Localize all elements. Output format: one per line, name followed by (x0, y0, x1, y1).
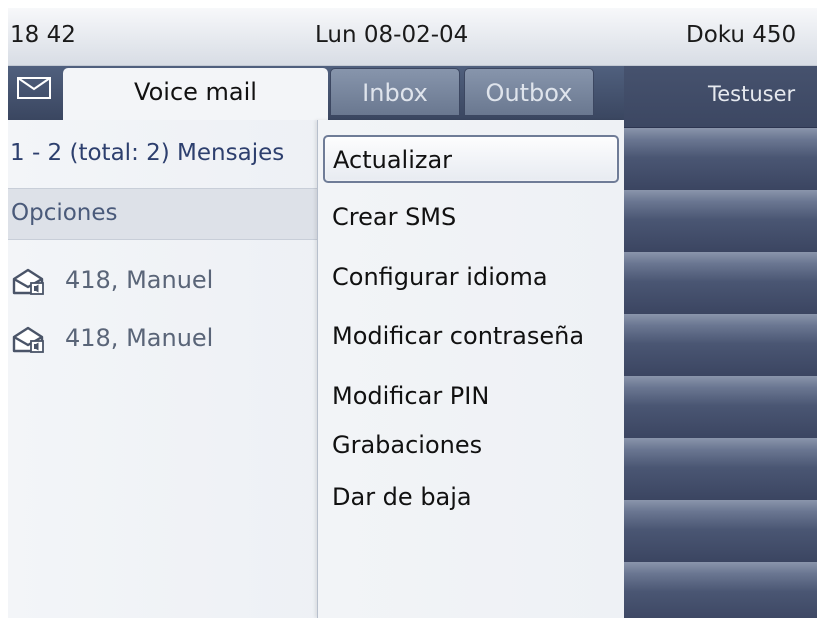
tab-bar: Voice mail Inbox Outbox (8, 66, 624, 120)
contact-slot[interactable] (624, 562, 817, 618)
menu-item-modificar-pin[interactable]: Modificar PIN (332, 382, 489, 410)
current-date: Lun 08-02-04 (315, 22, 469, 48)
status-bar: 18 42 Lun 08-02-04 Doku 450 (8, 8, 817, 66)
contact-slot[interactable] (624, 252, 817, 315)
contact-slot[interactable] (624, 500, 817, 563)
tab-inbox[interactable]: Inbox (330, 68, 460, 116)
contact-slot[interactable] (624, 314, 817, 377)
voicemail-envelope-icon (12, 326, 44, 353)
menu-item-actualizar[interactable]: Actualizar (323, 135, 619, 183)
message-sender: 418, Manuel (65, 324, 214, 352)
menu-item-dar-de-baja[interactable]: Dar de baja (332, 483, 472, 511)
phone-screen: 18 42 Lun 08-02-04 Doku 450 Voice mail I… (8, 8, 817, 618)
clock-time: 18 42 (10, 22, 76, 48)
options-label: Opciones (11, 200, 118, 226)
voicemail-envelope-icon (12, 268, 44, 295)
tab-outbox[interactable]: Outbox (464, 68, 594, 116)
menu-item-configurar-idioma[interactable]: Configurar idioma (332, 263, 548, 291)
contact-slot[interactable] (624, 438, 817, 501)
menu-item-grabaciones[interactable]: Grabaciones (332, 431, 482, 459)
menu-item-label: Actualizar (333, 146, 453, 174)
tab-voice-mail[interactable]: Voice mail (63, 68, 328, 120)
contacts-header: Testuser (624, 66, 817, 128)
message-sender: 418, Manuel (65, 266, 214, 294)
menu-item-crear-sms[interactable]: Crear SMS (332, 203, 456, 231)
menu-item-modificar-contrasena[interactable]: Modificar contraseña (332, 322, 584, 350)
contact-slot[interactable] (624, 376, 817, 439)
device-name: Doku 450 (686, 22, 797, 48)
contact-slot[interactable] (624, 190, 817, 253)
contacts-panel: Testuser (624, 66, 817, 618)
options-menu: Actualizar Crear SMS Configurar idioma M… (317, 120, 624, 618)
message-count: 1 - 2 (total: 2) Mensajes (10, 140, 285, 166)
user-name: Testuser (708, 82, 796, 106)
envelope-icon[interactable] (14, 72, 54, 102)
contact-slot[interactable] (624, 128, 817, 191)
